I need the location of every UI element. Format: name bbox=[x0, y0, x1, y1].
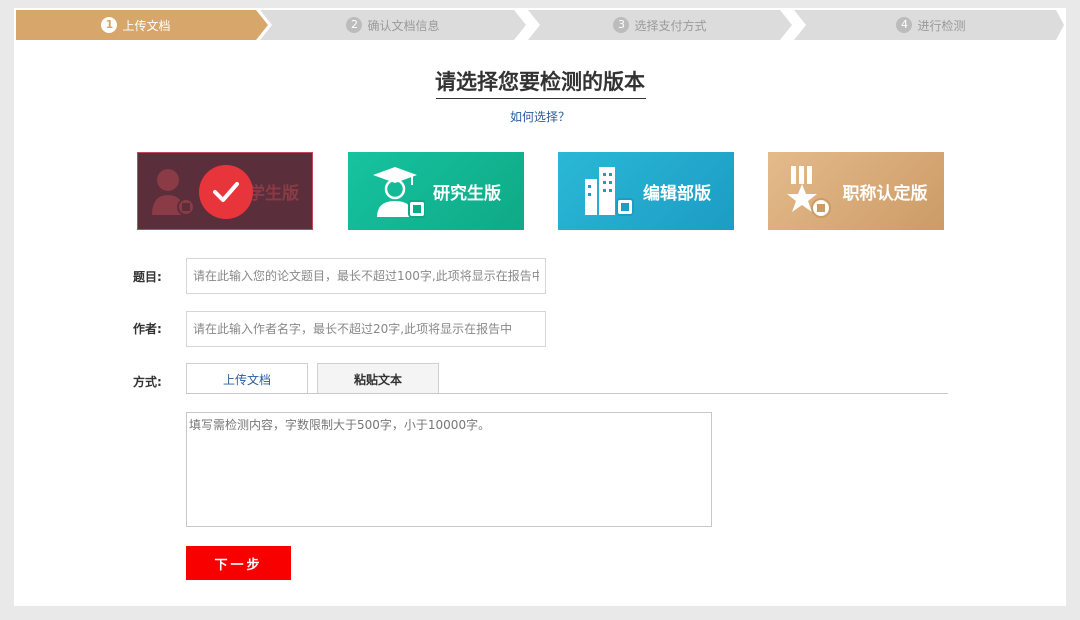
version-card-professional-title[interactable]: 职称认定版 bbox=[768, 152, 944, 230]
student-icon bbox=[150, 167, 196, 222]
graduate-cap-icon bbox=[371, 163, 425, 219]
method-label: 方式: bbox=[133, 375, 162, 389]
selected-check-icon bbox=[199, 165, 253, 219]
next-step-button[interactable]: 下一步 bbox=[186, 546, 291, 580]
version-card-editorial[interactable]: 编辑部版 bbox=[558, 152, 734, 230]
building-icon bbox=[581, 165, 635, 217]
version-card-label: 编辑部版 bbox=[643, 183, 711, 204]
step-payment: 3 选择支付方式 bbox=[540, 10, 780, 40]
step-number: 1 bbox=[101, 17, 118, 33]
content-textarea[interactable] bbox=[186, 412, 712, 527]
step-label: 上传文档 bbox=[122, 18, 171, 33]
title-label: 题目: bbox=[133, 270, 162, 284]
how-to-choose-label: 如何选择？ bbox=[509, 110, 570, 124]
author-input[interactable] bbox=[186, 311, 546, 347]
tab-upload-document[interactable]: 上传文档 bbox=[186, 363, 308, 394]
step-number: 4 bbox=[896, 17, 913, 33]
medal-icon bbox=[785, 164, 835, 218]
step-confirm: 2 确认文档信息 bbox=[272, 10, 514, 40]
version-card-label: 研究生版 bbox=[433, 183, 501, 204]
step-label: 进行检测 bbox=[917, 18, 966, 33]
step-number: 2 bbox=[346, 17, 363, 33]
version-card-label: 职称认定版 bbox=[842, 183, 928, 204]
step-upload: 1 上传文档 bbox=[16, 10, 256, 40]
step-label: 确认文档信息 bbox=[367, 18, 440, 33]
title-input[interactable] bbox=[186, 258, 546, 294]
tab-divider bbox=[186, 393, 948, 394]
tab-paste-text[interactable]: 粘贴文本 bbox=[317, 363, 439, 394]
step-check: 4 进行检测 bbox=[806, 10, 1056, 40]
title-underline bbox=[436, 98, 646, 99]
version-card-graduate[interactable]: 研究生版 bbox=[348, 152, 524, 230]
version-card-label: 学生版 bbox=[248, 184, 299, 204]
tab-label: 粘贴文本 bbox=[353, 372, 402, 387]
progress-steps: 1 上传文档 2 确认文档信息 3 选择支付方式 4 进行检测 bbox=[16, 10, 1064, 40]
how-to-choose-link[interactable]: 如何选择？ bbox=[0, 108, 1080, 125]
version-card-student[interactable]: 学生版 bbox=[137, 152, 313, 230]
author-label: 作者: bbox=[133, 322, 162, 336]
page-title: 请选择您要检测的版本 bbox=[435, 70, 645, 94]
tab-label: 上传文档 bbox=[222, 372, 271, 387]
step-label: 选择支付方式 bbox=[634, 18, 707, 33]
step-number: 3 bbox=[613, 17, 630, 33]
